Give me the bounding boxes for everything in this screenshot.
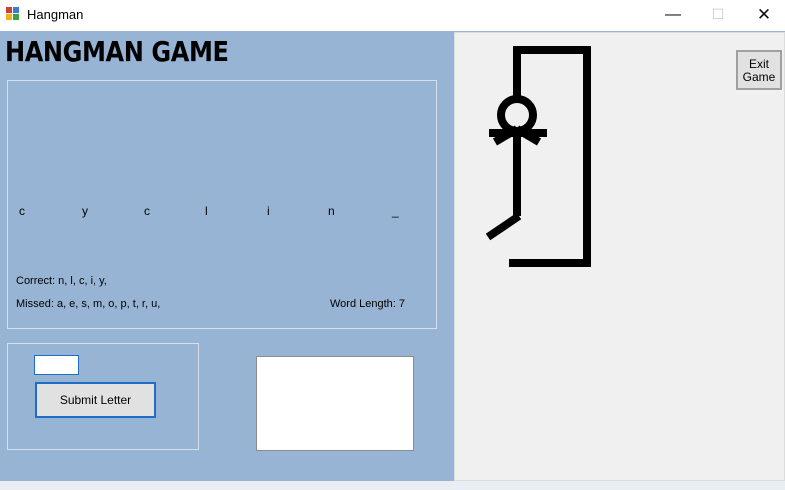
output-textbox[interactable] [256, 356, 414, 451]
hangman-left-leg [485, 212, 522, 241]
exit-label-line2: Game [742, 70, 776, 84]
word-letter: c [144, 204, 150, 218]
word-letter: l [205, 204, 208, 218]
word-display-group: c y c l i n _ Correct: n, l, c, i, y, Mi… [7, 80, 437, 329]
window-title: Hangman [27, 7, 84, 22]
word-letter: _ [392, 204, 399, 218]
word-letter: n [328, 204, 335, 218]
maximize-button[interactable]: ☐ [695, 0, 741, 30]
hangman-head [497, 95, 537, 135]
window-bottom-edge [0, 481, 785, 490]
word-length-label: Word Length: 7 [330, 298, 406, 310]
game-client-area: HANGMAN GAME c y c l i n _ Correct: n, l… [0, 31, 785, 490]
game-heading: HANGMAN GAME [5, 35, 229, 68]
minimize-button[interactable]: — [650, 0, 696, 30]
close-button[interactable]: ✕ [741, 0, 785, 30]
word-letter: y [82, 204, 88, 218]
submit-letter-button[interactable]: Submit Letter [35, 382, 156, 418]
title-bar: Hangman — ☐ ✕ [0, 0, 785, 31]
hangman-drawing [485, 46, 591, 267]
correct-letters-label: Correct: n, l, c, i, y, [16, 275, 107, 287]
word-letter: i [267, 204, 270, 218]
exit-game-button[interactable]: Exit Game [736, 50, 782, 90]
app-icon [6, 7, 20, 21]
word-letter: c [19, 204, 25, 218]
hangman-drawing-panel: Exit Game [454, 32, 785, 481]
letter-input[interactable] [34, 355, 79, 375]
missed-letters-label: Missed: a, e, s, m, o, p, t, r, u, [16, 298, 161, 310]
